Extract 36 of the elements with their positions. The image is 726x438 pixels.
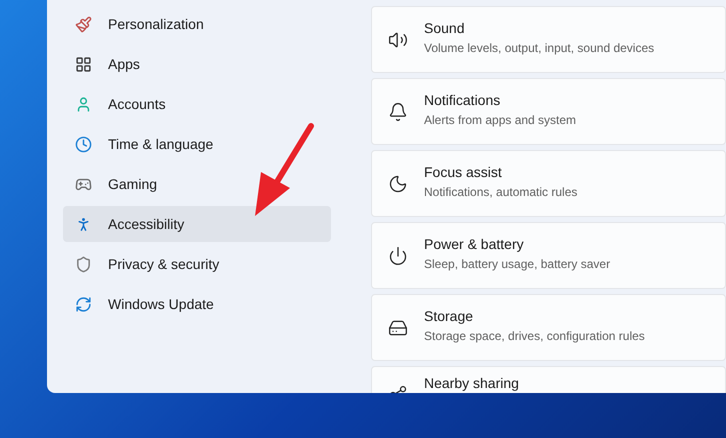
person-icon	[75, 96, 92, 112]
sidebar-item[interactable]: Privacy & security	[63, 246, 331, 282]
sidebar-item[interactable]: Windows Update	[63, 286, 331, 322]
settings-card[interactable]: Focus assist Notifications, automatic rules	[371, 150, 726, 217]
setting-title: Notifications	[424, 91, 502, 110]
app-grid-icon	[75, 56, 92, 72]
setting-description: Notifications, automatic rules	[424, 184, 578, 201]
settings-card[interactable]: Storage Storage space, drives, configuration rules	[371, 294, 726, 361]
setting-title: Power & battery	[424, 235, 525, 254]
refresh-icon	[75, 296, 92, 312]
sidebar-item[interactable]: Time & language	[63, 126, 331, 162]
shield-icon	[75, 256, 92, 272]
bell-icon	[388, 102, 408, 122]
sidebar-item[interactable]: Personalization	[63, 6, 331, 42]
settings-card[interactable]: Power & battery Sleep, battery usage, battery saver	[371, 222, 726, 289]
setting-description: Storage space, drives, configuration rules	[424, 328, 645, 345]
sidebar-item[interactable]: Accounts	[63, 86, 331, 122]
drive-icon	[388, 318, 408, 338]
setting-title: Focus assist	[424, 163, 503, 182]
paintbrush-icon	[75, 16, 92, 32]
power-icon	[388, 246, 408, 266]
sidebar-item[interactable]: Apps	[63, 46, 331, 82]
settings-card[interactable]: Sound Volume levels, output, input, sound devices	[371, 6, 726, 73]
sidebar-item[interactable]: Gaming	[63, 166, 331, 202]
settings-card[interactable]: Notifications Alerts from apps and system	[371, 78, 726, 145]
settings-card[interactable]: Nearby sharing	[371, 366, 726, 393]
clock-icon	[75, 136, 92, 152]
speaker-icon	[388, 30, 408, 50]
setting-title: Nearby sharing	[424, 374, 519, 393]
setting-description: Sleep, battery usage, battery saver	[424, 256, 610, 273]
setting-title: Storage	[424, 307, 474, 326]
setting-description: Alerts from apps and system	[424, 112, 576, 129]
setting-title: Sound	[424, 19, 466, 38]
sidebar-item[interactable]: Accessibility	[63, 206, 331, 242]
setting-description: Volume levels, output, input, sound devices	[424, 40, 654, 57]
moon-icon	[388, 174, 408, 194]
